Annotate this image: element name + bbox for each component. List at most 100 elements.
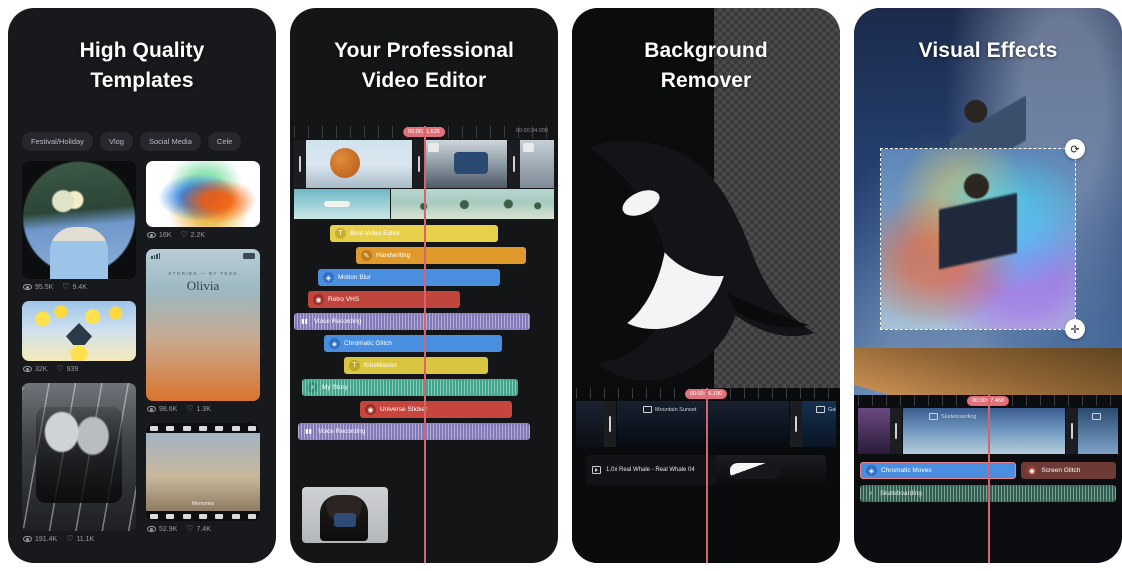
- chip-social-media[interactable]: Social Media: [139, 132, 201, 151]
- effect-clip-selected[interactable]: ◈ Chromatic Moves: [860, 462, 1017, 479]
- trim-handle-left[interactable]: [1066, 408, 1078, 454]
- view-count: 191.4K: [23, 536, 57, 543]
- effect-track-row: ▮▮ Voice Recording: [294, 423, 554, 440]
- whale-illustration: [589, 140, 815, 381]
- chip-vlog[interactable]: Vlog: [99, 132, 133, 151]
- effect-clip[interactable]: ◉ Retro VHS: [308, 291, 460, 308]
- effect-clip[interactable]: T Best Video Editor: [330, 225, 498, 242]
- effect-clip[interactable]: ▮▮ Voice Recording: [294, 313, 530, 330]
- effect-track-row: ◈ Motion Blur: [294, 269, 554, 286]
- template-card[interactable]: 191.4K ♡ 11.1K: [22, 383, 136, 548]
- heart-icon: ♡: [186, 404, 194, 413]
- image-icon-wrap: [1092, 413, 1101, 420]
- effect-clip[interactable]: ♪ My Story: [302, 379, 518, 396]
- screenshot-panel-video-editor: Your Professional Video Editor 00:00:11.…: [290, 8, 558, 563]
- effect-clip[interactable]: ✎ Handwriting: [356, 247, 526, 264]
- video-clip-basketball[interactable]: [294, 140, 412, 188]
- video-clip-end[interactable]: [1066, 408, 1118, 454]
- effect-track-row: ◉ Retro VHS: [294, 291, 554, 308]
- audio-clip[interactable]: ♪ Skateboarding: [860, 485, 1116, 502]
- signal-icon: [151, 253, 160, 259]
- film-perforation-bottom: [146, 511, 260, 521]
- media-item-real-whale[interactable]: 1.0x Real Whale - Real Whale 04: [586, 455, 826, 485]
- trim-handle-left[interactable]: [413, 140, 425, 188]
- panel-title-visual-effects: Visual Effects: [854, 36, 1122, 66]
- template-thumbnail-film-strip[interactable]: Memories: [146, 423, 260, 521]
- effect-clip[interactable]: ◉ Universe Sticker: [360, 401, 512, 418]
- film-perforation-top: [146, 423, 260, 433]
- effect-track-row: T KineMaster: [294, 357, 554, 374]
- secondary-video-track[interactable]: [294, 189, 554, 219]
- mock-status-bar: [151, 253, 255, 259]
- view-count: 16K: [147, 232, 171, 239]
- image-icon: [816, 406, 825, 413]
- panel-title-line1: Background: [644, 39, 768, 62]
- screenshot-panel-background-remover: Background Remover 00:00:16.190 Mountain…: [572, 8, 840, 563]
- template-stats: 95.5K ♡ 9.4K: [22, 279, 136, 296]
- move-handle[interactable]: ✛: [1065, 319, 1085, 339]
- template-card[interactable]: Memories 52.9K ♡ 7.4K: [146, 423, 260, 538]
- effect-selection-box[interactable]: ⟳ ✛: [880, 139, 1085, 339]
- panel-title-line2: Video Editor: [361, 69, 487, 93]
- timeline-ruler[interactable]: 00:00:11.626 00:00:34.000: [294, 126, 554, 138]
- template-card[interactable]: STORIES — BY TESS Olivia 98.6K ♡ 1.3K: [146, 249, 260, 418]
- template-card[interactable]: 32K ♡ 939: [22, 301, 136, 378]
- olivia-name: Olivia: [186, 278, 220, 293]
- chromatic-effect-preview: [881, 149, 1075, 329]
- template-card[interactable]: 95.5K ♡ 9.4K: [22, 161, 136, 296]
- main-video-track[interactable]: [294, 140, 554, 188]
- effect-clip[interactable]: ◉ Screen Glitch: [1021, 462, 1116, 479]
- rotate-handle[interactable]: ⟳: [1065, 139, 1085, 159]
- effect-clip-label: Voice Recording: [318, 428, 366, 435]
- preview-thumbnail[interactable]: [302, 487, 388, 543]
- text-icon: T: [349, 360, 360, 371]
- clip-label-mountain-sunset: Mountain Sunset: [643, 406, 696, 413]
- app-store-screenshot-gallery: High Quality Templates Festival/Holiday …: [0, 0, 1122, 571]
- video-clip-swimmer[interactable]: [294, 189, 390, 219]
- media-item-label: 1.0x Real Whale - Real Whale 04: [606, 467, 695, 473]
- template-thumbnail-portrait-man[interactable]: [22, 161, 136, 279]
- effect-clip-label: Best Video Editor: [350, 230, 401, 237]
- video-clip-galaxy[interactable]: Gala: [790, 401, 836, 447]
- effect-clip[interactable]: ◈ Motion Blur: [318, 269, 500, 286]
- video-clip-camera[interactable]: [413, 140, 507, 188]
- effect-track-row: T Best Video Editor: [294, 225, 554, 242]
- timeline-ruler[interactable]: 00:00:07.468: [858, 395, 1118, 406]
- template-card[interactable]: 16K ♡ 2.2K: [146, 161, 260, 244]
- effect-clip[interactable]: ◈ Chromatic Glitch: [324, 335, 502, 352]
- trim-handle-left[interactable]: [294, 140, 306, 188]
- trim-handle-left[interactable]: [508, 140, 520, 188]
- like-count: ♡ 1.3K: [186, 404, 211, 413]
- media-item-thumbnail: [716, 455, 826, 485]
- effect-clip[interactable]: T KineMaster: [344, 357, 488, 374]
- video-clip-palms[interactable]: [391, 189, 554, 219]
- trim-handle-right[interactable]: [604, 401, 616, 447]
- video-clip-start[interactable]: [576, 401, 616, 447]
- timeline-ruler[interactable]: 00:00:16.190: [576, 388, 836, 399]
- panel-title-line1: High Quality: [79, 39, 205, 62]
- chip-festival-holiday[interactable]: Festival/Holiday: [22, 132, 93, 151]
- effect-clip[interactable]: ▮▮ Voice Recording: [298, 423, 530, 440]
- template-thumbnail-olivia[interactable]: STORIES — BY TESS Olivia: [146, 249, 260, 401]
- video-clip-start[interactable]: [858, 408, 902, 454]
- template-column-right: 16K ♡ 2.2K STORIES — BY TESS Olivia 98.6…: [146, 161, 260, 563]
- like-count: ♡ 7.4K: [186, 524, 211, 533]
- template-thumbnail-bw-glitch[interactable]: [22, 383, 136, 531]
- trim-handle-left[interactable]: [790, 401, 802, 447]
- video-clip-mountain-sunset[interactable]: Mountain Sunset: [617, 401, 789, 447]
- chip-celebration[interactable]: Cele: [207, 132, 242, 151]
- template-thumbnail-rainbow-white[interactable]: [146, 161, 260, 227]
- like-count: ♡ 11.1K: [66, 534, 95, 543]
- panel-title-line2: Templates: [90, 69, 194, 93]
- eye-icon: [147, 232, 156, 238]
- video-clip-skateboarding[interactable]: Skateboarding: [903, 408, 1065, 454]
- trim-handle-right[interactable]: [890, 408, 902, 454]
- video-track[interactable]: Skateboarding: [858, 408, 1118, 454]
- image-icon: [929, 413, 938, 420]
- current-timecode-badge: 00:00:11.626: [403, 127, 445, 137]
- template-thumbnail-yellow-balloon[interactable]: [22, 301, 136, 361]
- effect-clip-row: ◈ Chromatic Moves ◉ Screen Glitch: [860, 462, 1116, 479]
- music-icon: ♪: [868, 490, 873, 497]
- video-track[interactable]: Mountain Sunset Gala: [576, 401, 836, 447]
- video-clip-end[interactable]: [508, 140, 554, 188]
